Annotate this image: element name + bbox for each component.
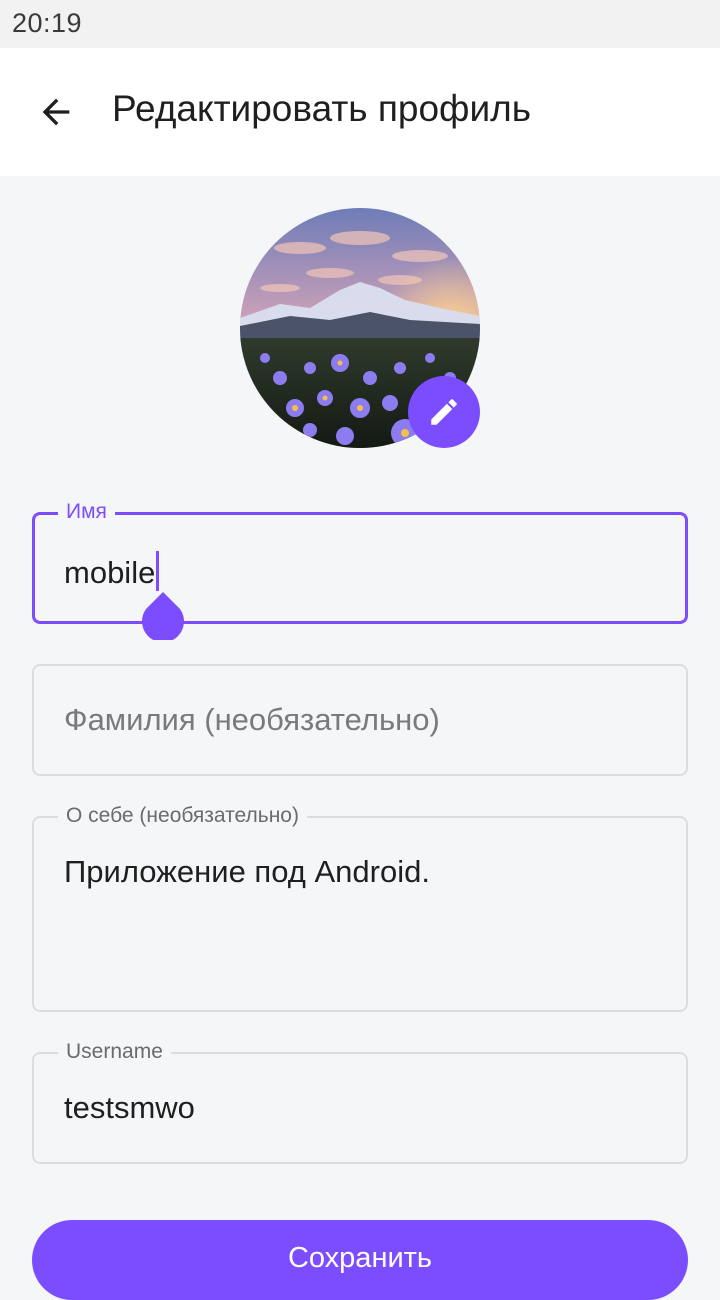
back-button[interactable] <box>28 84 84 140</box>
pencil-icon <box>431 399 457 425</box>
status-time: 20:19 <box>12 8 83 38</box>
first-name-field[interactable]: Имя mobile <box>32 499 688 624</box>
status-bar: 20:19 <box>0 0 720 48</box>
first-name-value-wrap: mobile <box>64 551 160 591</box>
save-button-label: Сохранить <box>287 1242 433 1274</box>
avatar-container <box>240 208 480 448</box>
text-cursor <box>156 551 160 591</box>
arrow-back-icon <box>42 98 70 126</box>
last-name-field[interactable]: Фамилия (необязательно) <box>32 664 688 776</box>
cursor-handle[interactable] <box>142 592 184 640</box>
username-value: testsmwo <box>64 1090 195 1125</box>
last-name-placeholder: Фамилия (необязательно) <box>64 702 440 737</box>
username-field[interactable]: Username testsmwo <box>32 1039 688 1164</box>
save-button[interactable]: Сохранить <box>32 1220 688 1300</box>
first-name-label: Имя <box>58 499 115 525</box>
first-name-value: mobile <box>64 555 156 590</box>
about-field[interactable]: О себе (необязательно) Приложение под An… <box>32 803 688 1012</box>
app-bar: Редактировать профиль <box>0 48 720 176</box>
about-value: Приложение под Android. <box>64 854 430 889</box>
about-label: О себе (необязательно) <box>58 803 307 829</box>
page-title: Редактировать профиль <box>112 88 532 129</box>
username-label: Username <box>58 1039 171 1065</box>
edit-avatar-button[interactable] <box>408 376 480 448</box>
